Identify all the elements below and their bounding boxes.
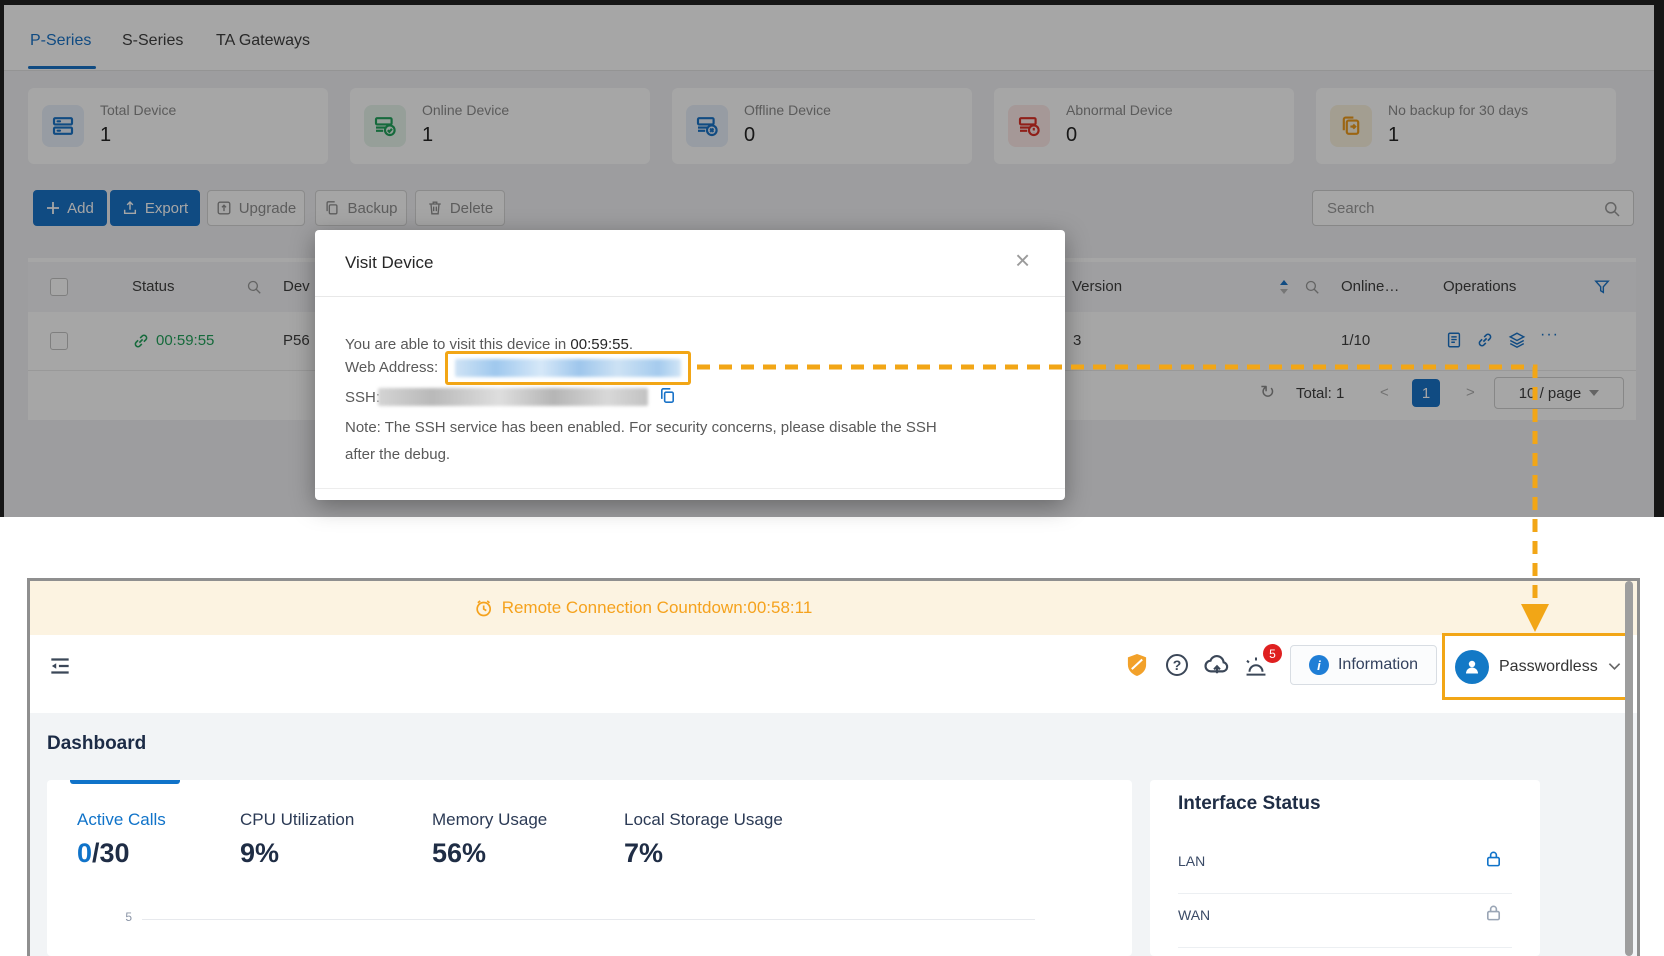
copy-icon[interactable]	[658, 386, 677, 405]
information-label: Information	[1338, 656, 1418, 674]
chart-gridline	[142, 919, 1035, 920]
web-address-highlight	[445, 351, 691, 385]
modal-divider	[315, 296, 1065, 297]
visit-device-modal: Visit Device × You are able to visit thi…	[315, 230, 1065, 500]
wan-lock-icon[interactable]	[1484, 903, 1503, 922]
avatar	[1455, 650, 1489, 684]
ssh-note-line2: after the debug.	[345, 446, 450, 463]
metric-value: 9%	[240, 838, 279, 869]
cloud-upload-icon[interactable]	[1203, 651, 1231, 679]
collapse-menu-icon[interactable]	[47, 653, 73, 679]
metric-label: Local Storage Usage	[624, 810, 783, 830]
metric-label: Active Calls	[77, 810, 166, 830]
interface-row-divider	[1178, 893, 1512, 894]
metric-value: 56%	[432, 838, 486, 869]
active-metric-indicator	[70, 780, 180, 784]
scrollbar[interactable]	[1625, 581, 1633, 956]
metric-label: Memory Usage	[432, 810, 547, 830]
page-title: Dashboard	[47, 733, 146, 755]
web-address-link-redacted[interactable]	[455, 359, 681, 377]
account-name: Passwordless	[1499, 658, 1598, 676]
help-icon[interactable]: ?	[1166, 654, 1188, 676]
lan-row-label: LAN	[1178, 853, 1205, 869]
notification-badge: 5	[1263, 644, 1282, 663]
account-menu[interactable]: Passwordless	[1442, 633, 1632, 700]
ssh-address-redacted	[378, 388, 648, 406]
close-icon[interactable]: ×	[1015, 250, 1030, 270]
lan-lock-icon[interactable]	[1484, 849, 1503, 868]
metric-value: 7%	[624, 838, 663, 869]
interface-status-card: Interface Status LAN WAN	[1150, 780, 1540, 956]
modal-title: Visit Device	[345, 253, 434, 273]
chevron-down-icon	[1608, 662, 1621, 671]
web-address-label: Web Address:	[345, 359, 438, 376]
wan-row-label: WAN	[1178, 907, 1210, 923]
metric-value: 0/30	[77, 838, 130, 869]
interface-row-divider	[1178, 947, 1512, 948]
chart-y-tick: 5	[102, 910, 132, 924]
device-dashboard-screen: Remote Connection Countdown:00:58:11 ? 5…	[27, 578, 1640, 956]
page: P-Series S-Series TA Gateways Total Devi…	[0, 0, 1664, 956]
metrics-card: Active Calls 0/30 CPU Utilization 9% Mem…	[47, 780, 1132, 956]
metric-label: CPU Utilization	[240, 810, 354, 830]
modal-footer-divider	[315, 488, 1065, 489]
information-button[interactable]: i Information	[1290, 645, 1437, 685]
info-icon: i	[1309, 655, 1329, 675]
countdown-banner-text: Remote Connection Countdown:00:58:11	[502, 598, 813, 618]
interface-status-title: Interface Status	[1178, 793, 1321, 815]
security-shield-icon[interactable]	[1124, 652, 1150, 678]
ssh-note-line1: Note: The SSH service has been enabled. …	[345, 419, 937, 436]
countdown-banner: Remote Connection Countdown:00:58:11	[30, 581, 1637, 635]
dashboard-header: ? 5 i Information Passwordless	[30, 635, 1637, 713]
alarm-clock-icon	[474, 598, 494, 618]
ssh-label: SSH:	[345, 389, 380, 406]
